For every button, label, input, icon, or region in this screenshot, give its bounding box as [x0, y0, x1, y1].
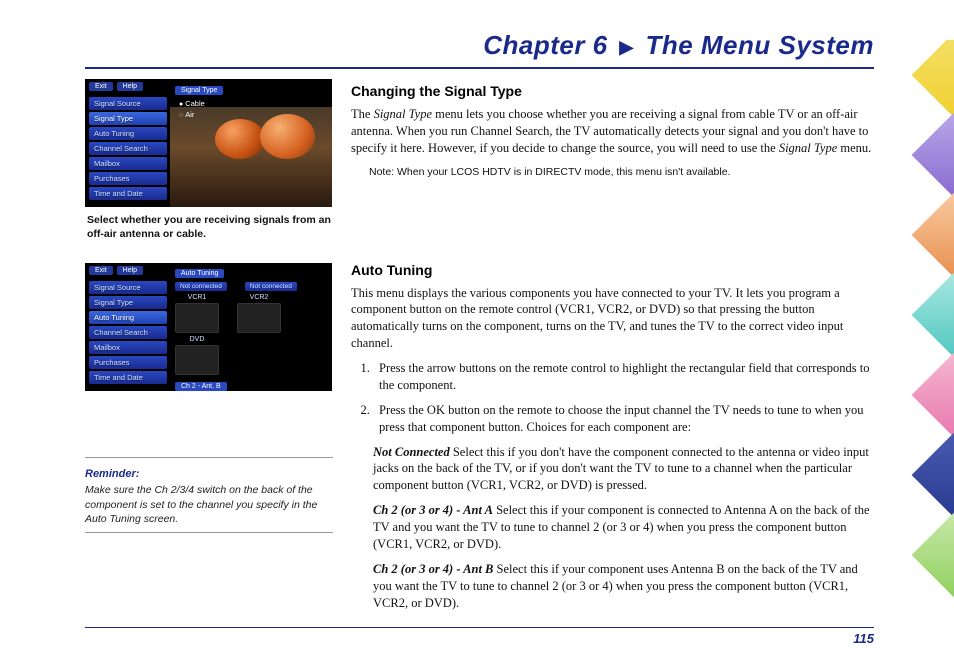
- screenshot-auto-tuning: Exit Help Signal Source Signal Type Auto…: [85, 263, 332, 391]
- osd2-menu-signal-type: Signal Type: [89, 296, 167, 309]
- osd-help-button: Help: [117, 82, 143, 91]
- reminder-text: Make sure the Ch 2/3/4 switch on the bac…: [85, 480, 333, 526]
- page-number: 115: [85, 631, 874, 646]
- osd2-panel-title: Auto Tuning: [175, 269, 224, 278]
- osd-panel-title: Signal Type: [175, 86, 223, 95]
- osd-menu-channel-search: Channel Search: [89, 142, 167, 155]
- osd2-auto-tuning-panel: Auto Tuning Not connected Not connected …: [175, 266, 329, 391]
- page-root: Chapter 6 ▶ The Menu System Exit Help Si…: [0, 0, 954, 668]
- step-1: Press the arrow buttons on the remote co…: [373, 360, 874, 394]
- chapter-title: The Menu System: [645, 30, 874, 60]
- osd-menu-purchases: Purchases: [89, 172, 167, 185]
- osd2-slot-vcr1-status: Not connected: [175, 282, 227, 291]
- osd-signal-type-panel: Signal Type Cable Air: [175, 83, 325, 120]
- osd-exit-button: Exit: [89, 82, 113, 91]
- chapter-prefix: Chapter 6: [483, 30, 607, 60]
- section1-note: Note: When your LCOS HDTV is in DIRECTV …: [369, 165, 874, 179]
- osd-menu-auto-tuning: Auto Tuning: [89, 127, 167, 140]
- section1-paragraph: The Signal Type menu lets you choose whe…: [351, 106, 874, 157]
- section2-intro: This menu displays the various component…: [351, 285, 874, 353]
- section-title-signal-type: Changing the Signal Type: [351, 82, 874, 101]
- osd-option-air: Air: [175, 109, 325, 120]
- osd2-help-button: Help: [117, 266, 143, 275]
- osd2-menu-purchases: Purchases: [89, 356, 167, 369]
- screenshot1-caption: Select whether you are receiving signals…: [85, 207, 333, 241]
- osd-menubar: Exit Help: [89, 82, 143, 91]
- osd2-menu-time-date: Time and Date: [89, 371, 167, 384]
- footer-rule: [85, 627, 874, 628]
- osd-option-cable: Cable: [175, 98, 325, 109]
- auto-tuning-steps: Press the arrow buttons on the remote co…: [351, 360, 874, 436]
- reminder-title: Reminder:: [85, 468, 333, 480]
- osd2-selected-channel: Ch 2 - Ant. B: [175, 382, 227, 391]
- option-antenna-b: Ch 2 (or 3 or 4) - Ant B Select this if …: [373, 561, 874, 612]
- osd-menu-signal-type: Signal Type: [89, 112, 167, 125]
- osd2-exit-button: Exit: [89, 266, 113, 275]
- triangle-icon: ▶: [619, 37, 633, 58]
- osd-menu-mailbox: Mailbox: [89, 157, 167, 170]
- spacer: [351, 193, 874, 258]
- osd2-device-vcr1: VCR1: [175, 294, 219, 333]
- chapter-header: Chapter 6 ▶ The Menu System: [85, 30, 874, 61]
- left-column: Exit Help Signal Source Signal Type Auto…: [85, 79, 333, 619]
- spacer: [85, 241, 333, 263]
- screenshot-signal-type: Exit Help Signal Source Signal Type Auto…: [85, 79, 332, 207]
- reminder-rule-bottom: [85, 532, 333, 533]
- option-antenna-a: Ch 2 (or 3 or 4) - Ant A Select this if …: [373, 502, 874, 553]
- content-columns: Exit Help Signal Source Signal Type Auto…: [85, 79, 874, 619]
- osd2-menu-channel-search: Channel Search: [89, 326, 167, 339]
- reminder-rule-top: [85, 457, 333, 458]
- osd-menu-signal-source: Signal Source: [89, 97, 167, 110]
- option-not-connected: Not Connected Select this if you don't h…: [373, 444, 874, 495]
- header-rule: [85, 67, 874, 69]
- osd2-menubar: Exit Help: [89, 266, 143, 275]
- osd2-menu-mailbox: Mailbox: [89, 341, 167, 354]
- osd2-device-vcr2: VCR2: [237, 294, 281, 333]
- osd2-slot-vcr2-status: Not connected: [245, 282, 297, 291]
- osd2-device-dvd: DVD: [175, 336, 219, 375]
- osd-side-menu: Signal Source Signal Type Auto Tuning Ch…: [89, 97, 167, 202]
- osd2-side-menu: Signal Source Signal Type Auto Tuning Ch…: [89, 281, 167, 386]
- osd2-menu-signal-source: Signal Source: [89, 281, 167, 294]
- osd-menu-time-date: Time and Date: [89, 187, 167, 200]
- spacer: [85, 391, 333, 451]
- osd2-menu-auto-tuning: Auto Tuning: [89, 311, 167, 324]
- right-column: Changing the Signal Type The Signal Type…: [351, 79, 874, 619]
- step-2: Press the OK button on the remote to cho…: [373, 402, 874, 436]
- section-title-auto-tuning: Auto Tuning: [351, 261, 874, 280]
